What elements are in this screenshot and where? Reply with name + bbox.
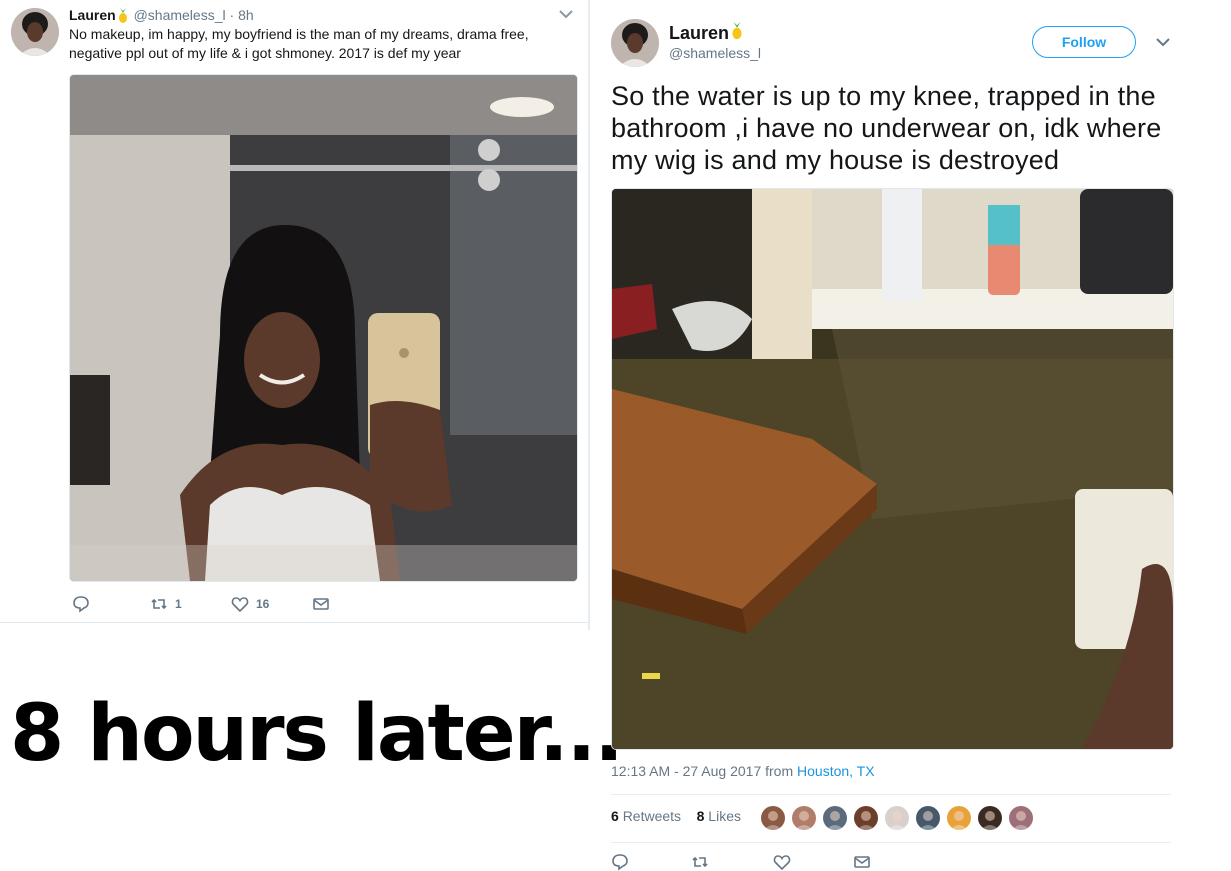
retweet-icon[interactable] bbox=[691, 853, 709, 871]
like-count: 8 bbox=[696, 808, 705, 824]
liker-avatar[interactable] bbox=[853, 805, 879, 831]
like-icon bbox=[231, 597, 249, 613]
like-icon[interactable] bbox=[773, 853, 791, 871]
tweet-text: No makeup, im happy, my boyfriend is the… bbox=[69, 26, 529, 61]
reply-icon bbox=[73, 596, 89, 613]
handle[interactable]: @shameless_l bbox=[669, 44, 761, 62]
liker-avatars bbox=[760, 805, 1039, 831]
liker-avatar[interactable] bbox=[977, 805, 1003, 831]
liker-avatar[interactable] bbox=[915, 805, 941, 831]
timestamp[interactable]: 12:13 AM - 27 Aug 2017 from bbox=[611, 763, 797, 779]
retweets-stat[interactable]: 6 Retweets bbox=[611, 808, 681, 824]
liker-avatar[interactable] bbox=[822, 805, 848, 831]
selfie-photo[interactable] bbox=[69, 74, 578, 582]
pineapple-icon bbox=[118, 8, 127, 23]
retweet-count: 1 bbox=[175, 597, 182, 611]
tweet-timestamp-row: 12:13 AM - 27 Aug 2017 from Houston, TX bbox=[611, 763, 875, 779]
chevron-down-icon[interactable] bbox=[1155, 36, 1171, 48]
like-count: 16 bbox=[256, 597, 270, 611]
tweet-header: Lauren @shameless_l · 8h bbox=[69, 6, 254, 24]
engagement-stats: 6 Retweets 8 Likes bbox=[611, 808, 741, 824]
liker-avatar[interactable] bbox=[1008, 805, 1034, 831]
display-name[interactable]: Lauren bbox=[669, 23, 729, 43]
display-name-row: Lauren bbox=[669, 20, 745, 44]
pineapple-icon bbox=[732, 22, 742, 40]
like-button[interactable]: 16 bbox=[231, 594, 269, 614]
left-tweet: Lauren @shameless_l · 8h No makeup, im h… bbox=[0, 0, 588, 623]
likes-stat[interactable]: 8 Likes bbox=[697, 808, 741, 824]
divider bbox=[611, 794, 1171, 795]
timestamp[interactable]: 8h bbox=[238, 7, 254, 23]
avatar[interactable] bbox=[11, 8, 59, 56]
likes-label: Likes bbox=[708, 808, 741, 824]
retweet-icon bbox=[151, 598, 167, 610]
retweet-count: 6 bbox=[611, 808, 619, 824]
flood-photo[interactable] bbox=[611, 188, 1174, 750]
tweet-text: So the water is up to my knee, trapped i… bbox=[611, 81, 1162, 175]
direct-message-icon bbox=[313, 598, 329, 610]
follow-button[interactable]: Follow bbox=[1032, 26, 1136, 58]
handle[interactable]: @shameless_l bbox=[134, 7, 226, 23]
meme-caption: 8 hours later... bbox=[10, 689, 624, 779]
retweets-label: Retweets bbox=[622, 808, 682, 824]
chevron-down-icon[interactable] bbox=[558, 8, 574, 20]
divider bbox=[588, 0, 590, 630]
direct-message-button[interactable] bbox=[312, 594, 330, 614]
reply-icon[interactable] bbox=[611, 853, 629, 871]
separator: · bbox=[225, 7, 239, 23]
direct-message-icon[interactable] bbox=[853, 853, 871, 871]
liker-avatar[interactable] bbox=[760, 805, 786, 831]
liker-avatar[interactable] bbox=[884, 805, 910, 831]
display-name[interactable]: Lauren bbox=[69, 7, 116, 23]
reply-button[interactable] bbox=[72, 594, 90, 614]
avatar[interactable] bbox=[611, 19, 659, 67]
liker-avatar[interactable] bbox=[946, 805, 972, 831]
retweet-button[interactable]: 1 bbox=[150, 594, 182, 614]
liker-avatar[interactable] bbox=[791, 805, 817, 831]
location-link[interactable]: Houston, TX bbox=[797, 763, 875, 779]
divider bbox=[611, 842, 1171, 843]
